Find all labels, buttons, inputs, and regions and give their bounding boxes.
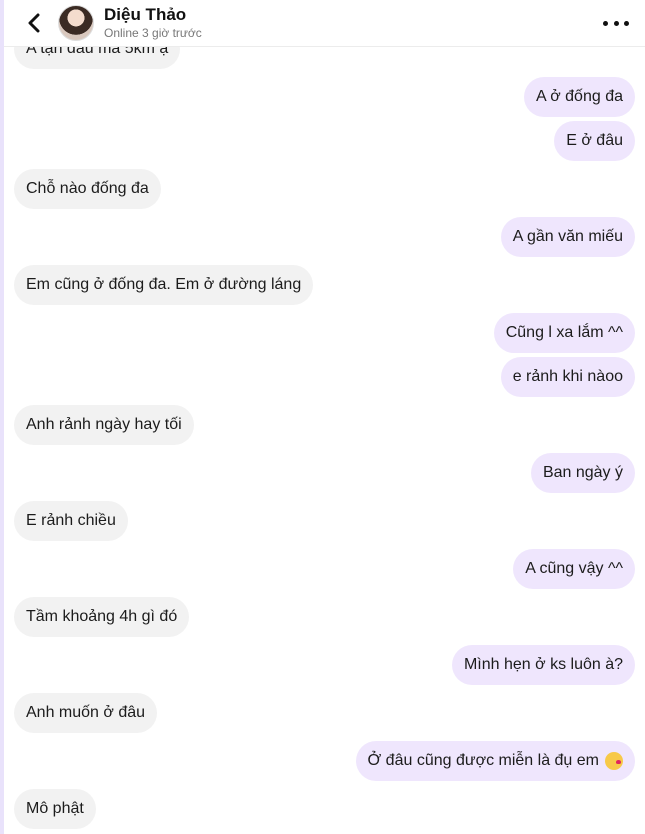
- chevron-left-icon: [28, 13, 40, 33]
- message-text: Tầm khoảng 4h gì đó: [26, 608, 178, 625]
- message-text: Ban ngày ý: [542, 464, 623, 481]
- dot-icon: [613, 20, 619, 26]
- kissing-face-icon: [605, 752, 623, 770]
- dot-icon: [624, 20, 629, 26]
- message-text: Anh rảnh ngày hay tối: [26, 416, 182, 433]
- message-thread[interactable]: A tận đâu mà 5km ạ A ở đống đa E ở đâu C…: [4, 0, 645, 834]
- chat-window: A tận đâu mà 5km ạ A ở đống đa E ở đâu C…: [0, 0, 645, 834]
- message-text: Mình hẹn ở ks luôn à?: [463, 656, 623, 673]
- message-bubble-incoming: Em cũng ở đống đa. Em ở đường láng: [14, 265, 314, 305]
- back-button[interactable]: [22, 11, 46, 35]
- message-text: A gần văn miếu: [512, 228, 623, 245]
- message-text: Ở đâu cũng được miễn là đụ em: [367, 752, 599, 769]
- more-options-button[interactable]: [603, 12, 629, 34]
- avatar[interactable]: [58, 5, 94, 41]
- message-bubble-outgoing: Ở đâu cũng được miễn là đụ em: [355, 741, 635, 781]
- message-bubble-incoming: Anh muốn ở đâu: [14, 693, 158, 733]
- message-text: E rảnh chiều: [26, 512, 116, 529]
- chat-header: Diệu Thảo Online 3 giờ trước: [4, 0, 645, 47]
- message-bubble-incoming: Mô phật: [14, 789, 96, 829]
- message-text: A cũng vậy ^^: [525, 560, 623, 577]
- message-bubble-incoming: Tầm khoảng 4h gì đó: [14, 597, 190, 637]
- dot-icon: [603, 20, 608, 26]
- message-bubble-outgoing: Ban ngày ý: [530, 453, 635, 493]
- message-text: E ở đâu: [566, 132, 623, 149]
- message-bubble-outgoing: A gần văn miếu: [500, 217, 635, 257]
- contact-name: Diệu Thảo: [104, 5, 187, 25]
- message-text: Cũng l xa lắm ^^: [505, 324, 623, 341]
- message-bubble-outgoing: Mình hẹn ở ks luôn à?: [451, 645, 635, 685]
- message-bubble-outgoing: A ở đống đa: [523, 77, 635, 117]
- message-text: Chỗ nào đống đa: [26, 180, 149, 197]
- message-bubble-incoming: Anh rảnh ngày hay tối: [14, 405, 194, 445]
- message-text: Em cũng ở đống đa. Em ở đường láng: [26, 276, 302, 293]
- message-text: Anh muốn ở đâu: [26, 704, 146, 721]
- online-status: Online 3 giờ trước: [104, 25, 202, 40]
- message-text: e rảnh khi nàoo: [512, 368, 623, 385]
- message-bubble-incoming: Chỗ nào đống đa: [14, 169, 161, 209]
- message-bubble-outgoing: e rảnh khi nàoo: [500, 357, 635, 397]
- message-text: A ở đống đa: [535, 88, 623, 105]
- message-bubble-outgoing: E ở đâu: [554, 121, 635, 161]
- message-bubble-outgoing: A cũng vậy ^^: [513, 549, 635, 589]
- contact-info[interactable]: Diệu Thảo Online 3 giờ trước: [104, 5, 202, 40]
- message-bubble-incoming: E rảnh chiều: [14, 501, 128, 541]
- message-bubble-outgoing: Cũng l xa lắm ^^: [493, 313, 635, 353]
- message-text: Mô phật: [26, 800, 84, 817]
